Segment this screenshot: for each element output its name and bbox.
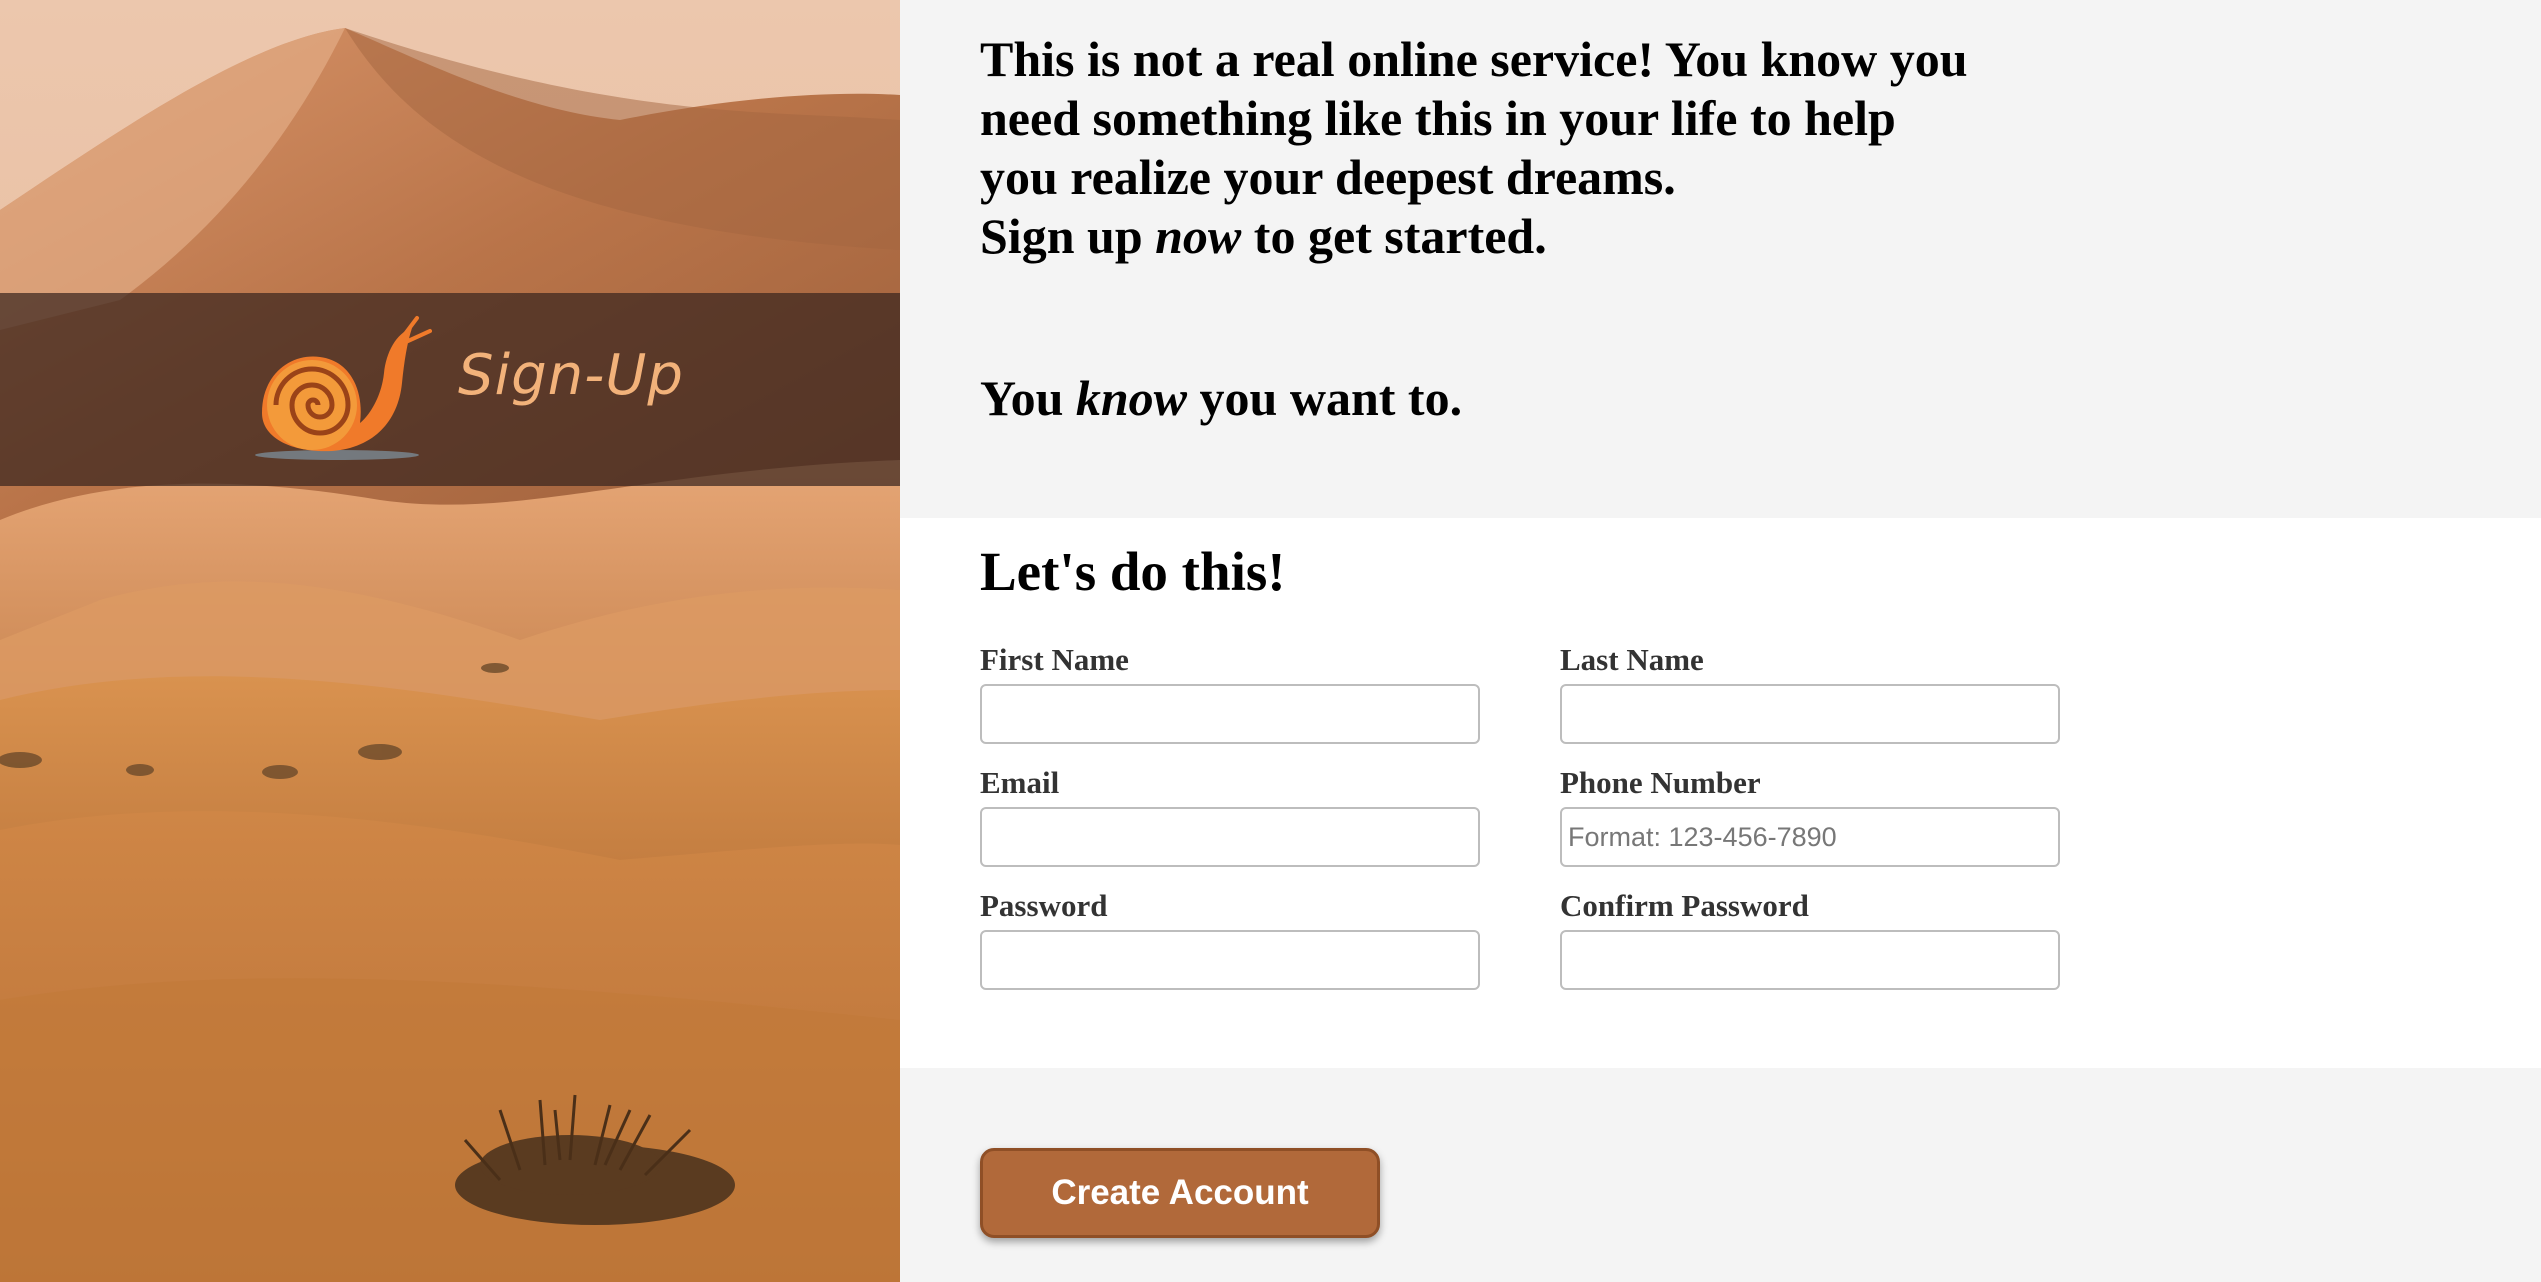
- logo-band: Sign-Up: [0, 293, 900, 486]
- intro-second-before: You: [980, 370, 1076, 426]
- intro-line2-em: now: [1155, 208, 1242, 264]
- confirm-password-group: Confirm Password: [1560, 886, 2060, 990]
- intro-second-paragraph: You know you want to.: [980, 369, 1980, 428]
- phone-group: Phone Number: [1560, 763, 2060, 867]
- password-input[interactable]: [980, 930, 1480, 990]
- password-group: Password: [980, 886, 1480, 990]
- intro-text: This is not a real online service! You k…: [980, 30, 1980, 428]
- email-input[interactable]: [980, 807, 1480, 867]
- intro-second-em: know: [1075, 370, 1188, 426]
- snail-icon: [255, 316, 432, 460]
- signup-form: Let's do this! First Name Last Name Emai…: [900, 518, 2541, 1068]
- intro-line1: This is not a real online service! You k…: [980, 31, 1968, 205]
- email-group: Email: [980, 763, 1480, 867]
- cta-section: Create Account: [900, 1068, 2541, 1282]
- first-name-group: First Name: [980, 640, 1480, 744]
- logo-text: Sign-Up: [458, 343, 684, 408]
- intro-line2-before: Sign up: [980, 208, 1156, 264]
- phone-label: Phone Number: [1560, 765, 1761, 800]
- intro-paragraph: This is not a real online service! You k…: [980, 30, 1980, 266]
- confirm-password-label: Confirm Password: [1560, 888, 1809, 923]
- phone-input[interactable]: [1560, 807, 2060, 867]
- first-name-label: First Name: [980, 642, 1129, 677]
- hero-image: Sign-Up: [0, 0, 900, 1282]
- last-name-input[interactable]: [1560, 684, 2060, 744]
- create-account-button[interactable]: Create Account: [980, 1148, 1380, 1238]
- main-content: This is not a real online service! You k…: [900, 0, 2541, 1282]
- last-name-group: Last Name: [1560, 640, 2060, 744]
- intro-second-after: you want to.: [1187, 370, 1463, 426]
- confirm-password-input[interactable]: [1560, 930, 2060, 990]
- first-name-input[interactable]: [980, 684, 1480, 744]
- intro-section: This is not a real online service! You k…: [900, 0, 2541, 518]
- email-label: Email: [980, 765, 1060, 800]
- desert-scene: [0, 0, 900, 1282]
- password-label: Password: [980, 888, 1108, 923]
- form-title: Let's do this!: [980, 541, 1286, 602]
- intro-line2-after: to get started.: [1241, 208, 1547, 264]
- last-name-label: Last Name: [1560, 642, 1704, 677]
